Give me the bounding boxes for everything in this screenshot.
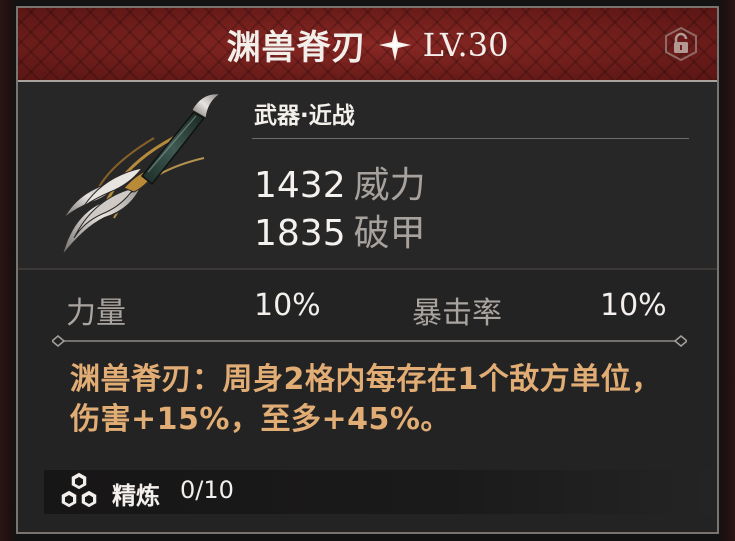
stat-label: 破甲 [353, 213, 426, 254]
attribute-value-strength: 10% [254, 288, 321, 323]
refine-label: 精炼 [112, 482, 160, 510]
dagger-weapon-icon [61, 93, 222, 257]
weapon-detail-panel: 力量 10% 暴击率 10% 渊兽脊刃：周身2格内每存在1个敌方单位，伤害+15… [18, 268, 717, 532]
category-divider [252, 138, 689, 139]
four-point-star-icon [378, 28, 411, 61]
weapon-info-panel: 武器·近战 1432 威力 1835 破甲 [18, 82, 717, 268]
background-strip-right [721, 0, 735, 541]
stat-value: 1432 [254, 165, 346, 206]
attribute-label-strength: 力量 [66, 296, 126, 331]
card-header: 渊兽脊刃 LV.30 [18, 8, 717, 82]
refine-value: 0/10 [180, 476, 234, 504]
refine-bar: 精炼 0/10 [44, 470, 717, 514]
padlock-icon[interactable] [663, 26, 699, 62]
tooltip-frame: 渊兽脊刃 LV.30 武器·近战 1432 威力 1835 破甲 力量 10% … [0, 0, 735, 541]
refine-hex-icon [60, 471, 98, 509]
weapon-category: 武器·近战 [254, 103, 355, 129]
title-group: 渊兽脊刃 LV.30 [18, 20, 717, 69]
background-strip-left [0, 0, 14, 541]
ornamental-divider [52, 335, 687, 347]
weapon-name: 渊兽脊刃 [226, 28, 367, 68]
weapon-effect-description: 渊兽脊刃：周身2格内每存在1个敌方单位，伤害+15%，至多+45%。 [70, 362, 662, 437]
weapon-level: LV.30 [422, 25, 509, 64]
stat-row-power: 1432 威力 [254, 156, 426, 208]
stat-label: 威力 [353, 165, 426, 206]
attribute-label-crit-rate: 暴击率 [412, 296, 502, 331]
stat-value: 1835 [254, 213, 346, 254]
stat-row-armor-break: 1835 破甲 [254, 204, 426, 256]
weapon-card: 渊兽脊刃 LV.30 武器·近战 1432 威力 1835 破甲 力量 10% … [16, 6, 719, 534]
attribute-value-crit-rate: 10% [600, 288, 667, 323]
